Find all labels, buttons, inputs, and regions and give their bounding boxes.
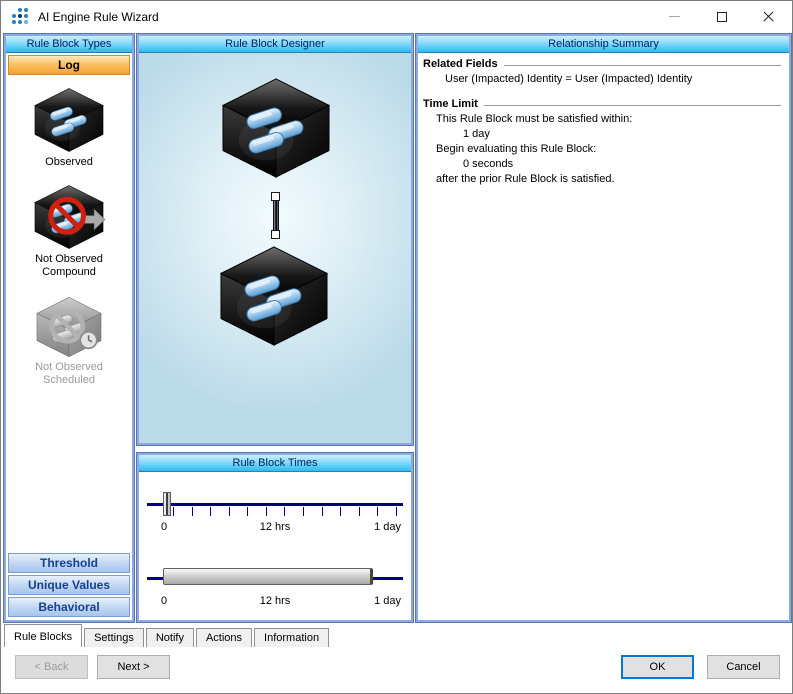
related-fields-title: Related Fields [423, 58, 781, 70]
connector-bar [272, 200, 279, 231]
type-item-label: Not Observed Scheduled [35, 361, 103, 386]
relationship-summary-body: Related Fields User (Impacted) Identity … [418, 53, 789, 185]
slider-ticks [173, 507, 397, 516]
time-limit-value: 1 day [463, 128, 490, 140]
type-category-buttons: Threshold Unique Values Behavioral [7, 551, 131, 619]
slider-label-max: 1 day [374, 595, 401, 607]
window-controls [651, 1, 792, 32]
rule-block-designer-panel: Rule Block Designer [136, 33, 414, 446]
slider-label-min: 0 [161, 595, 168, 607]
type-item-not-observed-compound[interactable]: Not Observed Compound [6, 183, 132, 279]
tab-notify[interactable]: Notify [145, 628, 194, 649]
time-limit-slider[interactable]: 0 12 hrs 1 day [147, 483, 403, 535]
back-button: < Back [15, 655, 88, 679]
cancel-button[interactable]: Cancel [707, 655, 780, 679]
type-item-not-observed-scheduled: Not Observed Scheduled [6, 295, 132, 387]
tab-rule-blocks[interactable]: Rule Blocks [4, 624, 83, 649]
type-item-label: Not Observed Compound [35, 253, 103, 278]
rule-block-times-header: Rule Block Times [139, 455, 411, 472]
slider-label-max: 1 day [374, 521, 401, 533]
slider-label-mid: 12 hrs [259, 595, 291, 607]
app-logo-icon [12, 8, 29, 25]
designer-canvas[interactable] [139, 53, 411, 443]
slider-track[interactable] [147, 503, 403, 506]
type-item-label: Observed [45, 156, 93, 168]
slider-label-min: 0 [161, 521, 168, 533]
connector-handle-bottom[interactable] [271, 230, 280, 239]
minimize-button[interactable] [651, 1, 698, 32]
relationship-summary-header: Relationship Summary [418, 36, 789, 53]
minimize-icon [669, 16, 680, 17]
time-limit-line: after the prior Rule Block is satisfied. [436, 173, 615, 185]
title-bar: AI Engine Rule Wizard [1, 1, 792, 32]
maximize-icon [716, 11, 727, 22]
rule-block-connector[interactable] [270, 192, 281, 239]
time-limit-line: This Rule Block must be satisfied within… [436, 113, 633, 125]
not-observed-scheduled-icon [33, 295, 105, 359]
footer-bar: < Back Next > OK Cancel [1, 647, 792, 693]
unique-values-button[interactable]: Unique Values [8, 575, 130, 595]
time-limit-title: Time Limit [423, 98, 781, 110]
related-fields-line: User (Impacted) Identity = User (Impacte… [445, 73, 693, 85]
slider-labels: 0 12 hrs 1 day [147, 521, 403, 534]
rule-block-cube-2[interactable] [215, 243, 333, 349]
log-type-button[interactable]: Log [8, 55, 130, 75]
ok-button[interactable]: OK [621, 655, 694, 679]
slider-thumb[interactable] [163, 492, 171, 516]
relationship-summary-panel: Relationship Summary Related Fields User… [415, 33, 792, 623]
next-button[interactable]: Next > [97, 655, 170, 679]
slider-label-mid: 12 hrs [259, 521, 291, 533]
rule-block-designer-header: Rule Block Designer [139, 36, 411, 53]
tab-settings[interactable]: Settings [84, 628, 144, 649]
rule-block-types-panel: Rule Block Types Log Observed Not Observ… [3, 33, 135, 623]
wizard-tabstrip: Rule Blocks Settings Notify Actions Info… [4, 624, 789, 649]
time-limit-line: Begin evaluating this Rule Block: [436, 143, 597, 155]
not-observed-compound-icon [31, 183, 106, 251]
observed-cube-icon [31, 86, 107, 154]
clock-icon [79, 330, 98, 350]
slider-range-bar[interactable] [163, 568, 373, 585]
wizard-window: AI Engine Rule Wizard Rule Block Types L… [0, 0, 793, 694]
tab-actions[interactable]: Actions [195, 628, 253, 649]
slider-labels: 0 12 hrs 1 day [147, 595, 403, 608]
close-icon [762, 10, 775, 23]
close-button[interactable] [745, 1, 792, 32]
type-item-observed[interactable]: Observed [6, 86, 132, 169]
tab-information[interactable]: Information [254, 628, 330, 649]
connector-handle-top[interactable] [271, 192, 280, 201]
window-title: AI Engine Rule Wizard [38, 9, 159, 24]
time-limit-value: 0 seconds [463, 158, 514, 170]
maximize-button[interactable] [698, 1, 745, 32]
evaluation-window-slider[interactable]: 0 12 hrs 1 day [147, 557, 403, 609]
rule-block-types-header: Rule Block Types [6, 36, 132, 53]
threshold-button[interactable]: Threshold [8, 553, 130, 573]
behavioral-button[interactable]: Behavioral [8, 597, 130, 617]
rule-block-times-panel: Rule Block Times 0 12 hrs 1 day 0 12 hrs… [136, 452, 414, 623]
rule-block-cube-1[interactable] [217, 75, 335, 181]
